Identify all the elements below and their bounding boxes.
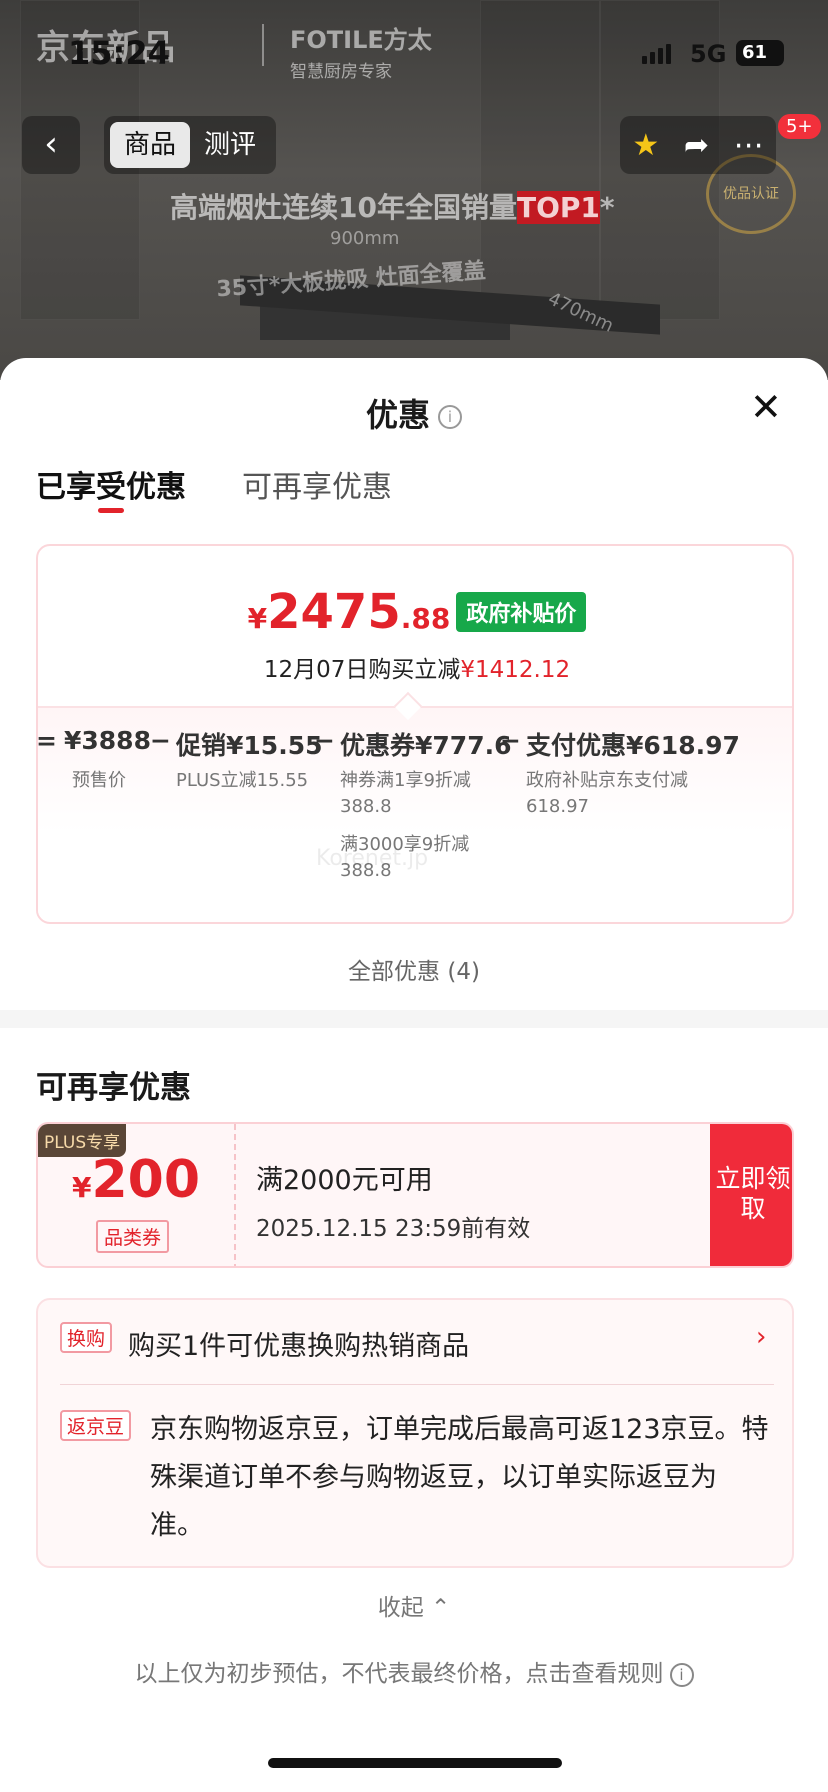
product-slogan: 高端烟灶连续10年全国销量TOP1* [170, 186, 615, 226]
discount-sheet: 优惠 i ✕ 已享受优惠 可再享优惠 ¥2475.88 政府补贴价 12月07日购买… [0, 358, 828, 1792]
price-yen: ¥ [247, 602, 268, 635]
breakdown-presale-amount: ¥3888 [64, 726, 151, 755]
breakdown-coupon-sub: 神券满1享9折减 [340, 770, 471, 791]
sheet-title-text: 优惠 [365, 396, 430, 434]
tab-more-discounts[interactable]: 可再享优惠 [242, 462, 392, 506]
coupon-info: 满2000元可用 2025.12.15 23:59前有效 [256, 1158, 530, 1243]
plus-exclusive-tag: PLUS专享 [38, 1124, 127, 1157]
breakdown-payment: 支付优惠¥618.97 [526, 726, 740, 762]
breakdown-op: − [500, 726, 521, 755]
breakdown-payment-sub: 政府补贴京东支付减 [526, 770, 688, 791]
breakdown-coupon-amount: ¥777.6 [415, 731, 512, 760]
reduce-line: 12月07日购买立减¥1412.12 [38, 650, 792, 684]
close-icon[interactable]: ✕ [750, 388, 782, 426]
brand-right: FOTILE方太智慧厨房专家 [290, 20, 432, 82]
network-label: 5G [690, 40, 727, 68]
battery-icon: 61 [736, 40, 784, 66]
chevron-right-icon[interactable]: › [756, 1322, 766, 1352]
extra-benefits: 换购 购买1件可优惠换购热销商品 › 返京豆 京东购物返京豆，订单完成后最高可返… [36, 1298, 794, 1568]
breakdown-op: − [314, 726, 335, 755]
breakdown-op: − [150, 726, 171, 755]
brand-divider [262, 24, 264, 66]
action-pill: ★ ➦ ⋯ [620, 116, 776, 174]
breakdown-coupon-sub: 388.8 [340, 796, 392, 817]
home-indicator [268, 1758, 562, 1768]
slogan-main: 高端烟灶连续10年全国销量 [170, 191, 517, 224]
reduce-text: 12月07日购买立减 [263, 657, 461, 683]
coupon-yen: ¥ [71, 1171, 92, 1204]
breakdown-promo-amount: ¥15.55 [226, 731, 323, 760]
share-icon[interactable]: ➦ [684, 128, 709, 163]
collapse-button[interactable]: 收起 ⌃ [0, 1588, 828, 1622]
coupon-separator [234, 1124, 236, 1266]
price-decimal: .88 [400, 602, 451, 635]
gov-subsidy-tag: 政府补贴价 [456, 592, 587, 632]
back-button[interactable]: ‹ [22, 116, 80, 174]
breakdown-payment-sub: 618.97 [526, 796, 589, 817]
breakdown-op: = [36, 726, 57, 755]
info-icon[interactable]: i [669, 1662, 694, 1687]
more-discounts-title: 可再享优惠 [36, 1070, 191, 1106]
slogan-star: * [599, 191, 615, 224]
tab-enjoyed-discounts[interactable]: 已享受优惠 [36, 462, 186, 513]
disclaimer[interactable]: 以上仅为初步预估，不代表最终价格，点击查看规则 i [0, 1654, 828, 1688]
cabinet-panel [480, 0, 600, 320]
brand-right-name: FOTILE方太 [290, 26, 432, 54]
more-icon[interactable]: ⋯ [734, 128, 764, 163]
price-card: ¥2475.88 政府补贴价 12月07日购买立减¥1412.12 = ¥3888… [36, 544, 794, 924]
breakdown-coupon-label: 优惠券 [340, 731, 416, 760]
beans-text: 京东购物返京豆，订单完成后最高可返123京豆。特殊渠道订单不参与购物返豆，以订单… [150, 1414, 769, 1541]
tab-review[interactable]: 测评 [190, 122, 270, 168]
coupon-number: 200 [91, 1150, 201, 1210]
slogan-highlight: TOP1 [516, 191, 600, 224]
exchange-tag: 换购 [60, 1322, 113, 1353]
benefit-divider [60, 1384, 774, 1385]
status-time: 15:24 [68, 34, 170, 72]
tab-product[interactable]: 商品 [110, 122, 191, 168]
breakdown-promo-label: 促销 [176, 731, 227, 760]
breakdown-payment-label: 支付优惠 [526, 731, 627, 760]
breakdown-presale-sub: 预售价 [72, 770, 126, 791]
coupon-card: ¥200 品类券 PLUS专享 满2000元可用 2025.12.15 23:5… [36, 1122, 794, 1268]
coupon-amount: ¥200 [38, 1150, 234, 1210]
claim-coupon-button[interactable]: 立即领取 [710, 1124, 792, 1266]
dimension-width: 900mm [330, 228, 400, 249]
reduce-amount: ¥1412.12 [460, 657, 571, 683]
discount-tabs: 已享受优惠 可再享优惠 [36, 462, 392, 513]
coupon-expiry: 2025.12.15 23:59前有效 [256, 1216, 531, 1242]
breakdown-coupon: 优惠券¥777.6 [340, 726, 512, 762]
breakdown-payment-amount: ¥618.97 [626, 731, 740, 760]
message-badge: 5+ [778, 114, 821, 139]
final-price: ¥2475.88 政府补贴价 [38, 584, 792, 640]
price-integer: 2475 [267, 584, 401, 640]
exchange-text[interactable]: 购买1件可优惠换购热销商品 [128, 1324, 469, 1363]
watermark: Korenet.jp [316, 846, 429, 871]
breakdown-promo: 促销¥15.55 [176, 726, 323, 762]
star-icon[interactable]: ★ [632, 128, 659, 163]
disclaimer-text[interactable]: 以上仅为初步预估，不代表最终价格，点击查看规则 [135, 1661, 664, 1687]
sheet-title: 优惠 i [0, 390, 828, 436]
brand-right-sub: 智慧厨房专家 [290, 62, 392, 82]
all-discounts-toggle[interactable]: 全部优惠 (4) [0, 952, 828, 986]
coupon-category: 品类券 [96, 1220, 170, 1253]
page-tabs: 商品 测评 [104, 116, 277, 174]
coupon-condition: 满2000元可用 [256, 1165, 433, 1196]
beans-tag: 返京豆 [60, 1410, 132, 1441]
section-divider [0, 1010, 828, 1028]
price-breakdown: = ¥3888 预售价 − 促销¥15.55 PLUS立减15.55 − 优惠券… [36, 706, 792, 916]
breakdown-promo-sub: PLUS立减15.55 [176, 770, 309, 791]
signal-icon [642, 44, 671, 64]
info-icon[interactable]: i [438, 405, 462, 429]
